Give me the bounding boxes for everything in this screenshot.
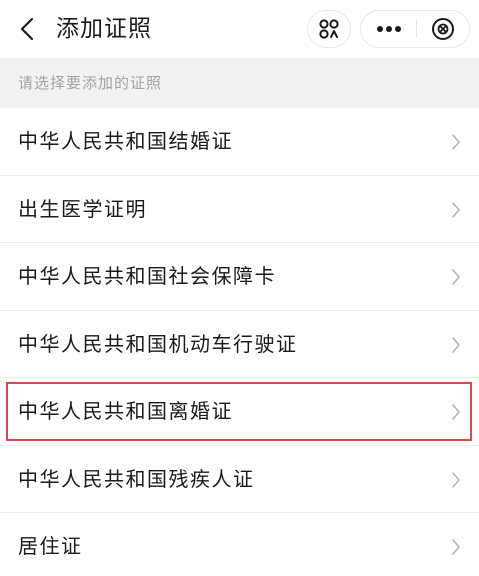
list-item[interactable]: 中华人民共和国机动车行驶证 [0,310,479,378]
section-hint: 请选择要添加的证照 [0,58,479,108]
chevron-right-icon [452,539,460,555]
mini-program-capsule [360,10,470,48]
list-item[interactable]: 中华人民共和国残疾人证 [0,445,479,513]
chevron-right-icon [452,336,460,353]
list-item[interactable]: 中华人民共和国结婚证 [0,108,479,176]
scan-code-icon [319,19,339,39]
list-item-label: 中华人民共和国结婚证 [18,129,233,153]
app-screen: 添加证照 请选择要添加的证照 中华人民共和国结婚证 出生医学证明 中华人民共和国… [0,0,479,576]
list-item-label: 中华人民共和国社会保障卡 [18,264,276,288]
more-dots-icon [376,26,401,32]
more-button[interactable] [361,11,416,47]
list-item-label: 中华人民共和国机动车行驶证 [18,331,298,356]
list-item[interactable]: 出生医学证明 [0,175,479,243]
close-button[interactable] [417,11,469,47]
back-button[interactable] [14,14,40,44]
hint-text: 请选择要添加的证照 [18,74,163,92]
scan-button[interactable] [307,10,351,48]
chevron-right-icon [452,404,460,420]
list-item-label: 出生医学证明 [18,196,147,221]
chevron-right-icon [452,471,460,488]
list-item-label: 居住证 [18,534,83,558]
chevron-right-icon [452,134,460,150]
list-item[interactable]: 中华人民共和国社会保障卡 [0,243,479,311]
circle-close-icon [432,18,454,40]
list-item[interactable]: 居住证 [0,513,479,576]
certificate-list: 中华人民共和国结婚证 出生医学证明 中华人民共和国社会保障卡 中华人民共和国机动… [0,108,479,576]
list-item-label: 中华人民共和国残疾人证 [18,466,255,491]
page-title: 添加证照 [56,16,152,42]
chevron-right-icon [452,201,460,218]
chevron-right-icon [452,269,460,285]
list-item-label: 中华人民共和国离婚证 [18,399,233,423]
list-item-highlighted[interactable]: 中华人民共和国离婚证 [0,378,479,446]
chevron-left-icon [20,17,34,41]
nav-header: 添加证照 [0,0,479,58]
